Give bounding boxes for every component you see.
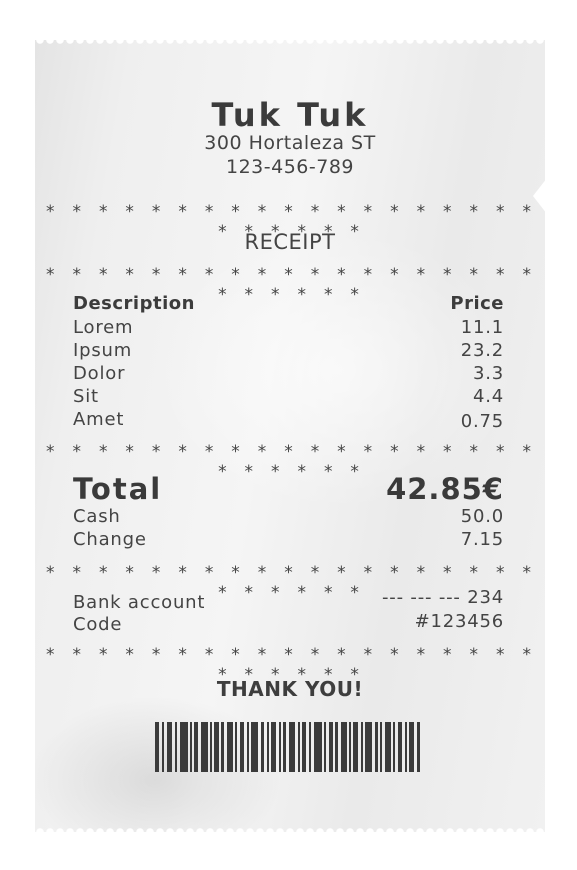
item-price: 0.75 <box>460 411 504 432</box>
cash-value: 50.0 <box>460 506 504 527</box>
barcode-icon <box>155 722 420 772</box>
item-description: Amet <box>73 409 125 430</box>
receipt-torn-edge-bottom <box>35 824 545 832</box>
item-price: 11.1 <box>460 317 504 338</box>
item-description: Lorem <box>73 317 134 338</box>
cash-label: Cash <box>73 506 121 527</box>
column-header-price: Price <box>450 293 504 314</box>
thank-you-message: THANK YOU! <box>216 677 364 701</box>
code-value: #123456 <box>414 611 504 632</box>
change-value: 7.15 <box>460 529 504 550</box>
receipt-title: RECEIPT <box>244 230 336 254</box>
store-name: Tuk Tuk <box>211 96 369 134</box>
code-label: Code <box>73 614 123 635</box>
bank-account-value: --- --- --- 234 <box>382 587 504 608</box>
total-label: Total <box>73 472 163 506</box>
receipt-torn-edge-top <box>35 40 545 48</box>
bank-account-label: Bank account <box>73 592 206 613</box>
total-value: 42.85€ <box>386 472 504 506</box>
column-header-description: Description <box>73 293 195 314</box>
item-price: 3.3 <box>472 363 504 384</box>
store-address: 300 Hortaleza ST <box>204 132 376 154</box>
item-description: Sit <box>73 386 99 407</box>
store-phone: 123-456-789 <box>225 156 354 178</box>
item-price: 23.2 <box>460 340 504 361</box>
item-description: Dolor <box>73 363 126 384</box>
change-label: Change <box>73 529 147 550</box>
item-price: 4.4 <box>472 386 504 407</box>
item-description: Ipsum <box>73 340 133 361</box>
